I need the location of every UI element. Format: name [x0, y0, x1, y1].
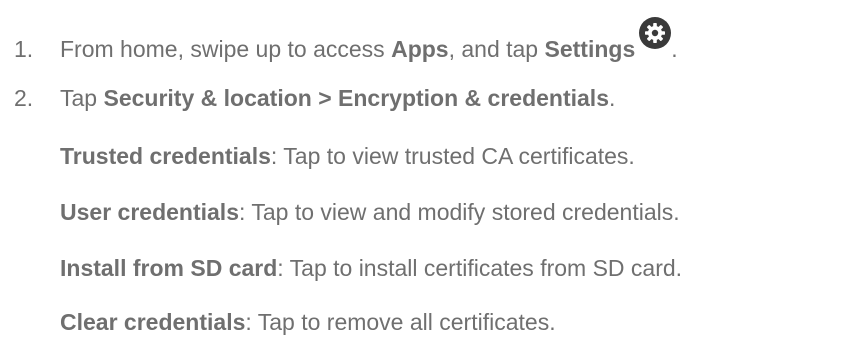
- option-desc: : Tap to remove all certificates.: [245, 309, 556, 335]
- settings-gear-icon: [639, 17, 672, 49]
- step-number: 2.: [14, 85, 34, 111]
- option-trusted-credentials: Trusted credentials: Tap to view trusted…: [60, 141, 635, 171]
- step-number: 1.: [14, 36, 34, 62]
- option-desc: : Tap to install certificates from SD ca…: [277, 255, 683, 281]
- step-1: 1. From home, swipe up to access Apps, an…: [14, 17, 678, 64]
- step-text: , and tap: [448, 36, 545, 62]
- step-text: From home, swipe up to access: [60, 36, 392, 62]
- option-desc: : Tap to view trusted CA certificates.: [270, 143, 635, 169]
- step-bold-settings: Settings: [544, 36, 636, 62]
- step-2: 2. Tap Security & location > Encryption &…: [14, 83, 615, 113]
- option-user-credentials: User credentials: Tap to view and modify…: [60, 197, 680, 227]
- option-term: Trusted credentials: [60, 143, 271, 169]
- option-term: Clear credentials: [60, 309, 246, 335]
- option-term: User credentials: [60, 199, 239, 225]
- option-desc: : Tap to view and modify stored credenti…: [238, 199, 680, 225]
- instructions-document: 1. From home, swipe up to access Apps, an…: [0, 0, 853, 356]
- step-bold-path: Security & location > Encryption & crede…: [103, 85, 609, 111]
- option-install-from-sd-card: Install from SD card: Tap to install cer…: [60, 253, 682, 283]
- option-clear-credentials: Clear credentials: Tap to remove all cer…: [60, 307, 556, 337]
- step-text: .: [671, 36, 678, 62]
- option-term: Install from SD card: [60, 255, 278, 281]
- step-text: .: [608, 85, 616, 111]
- step-text: Tap: [60, 85, 104, 111]
- step-bold-apps: Apps: [391, 36, 449, 62]
